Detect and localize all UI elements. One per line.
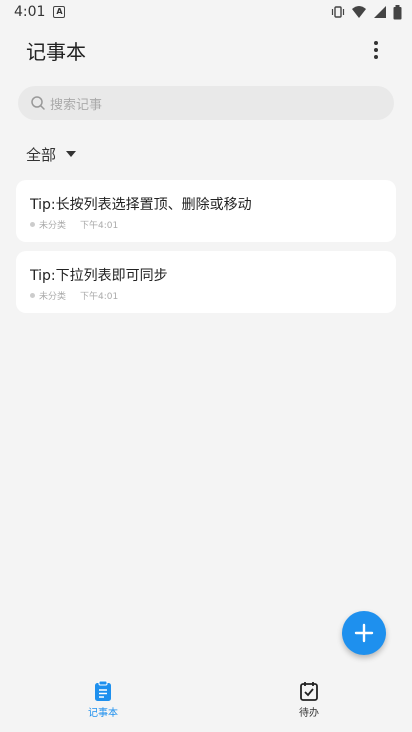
todo-check-icon bbox=[300, 682, 318, 701]
category-dot-icon bbox=[30, 293, 35, 298]
more-options-icon[interactable] bbox=[364, 38, 388, 62]
note-card[interactable]: Tip:下拉列表即可同步 未分类 下午4:01 bbox=[16, 251, 396, 313]
signal-icon bbox=[374, 6, 386, 18]
search-placeholder: 搜索记事 bbox=[50, 97, 103, 113]
page-title: 记事本 bbox=[26, 39, 86, 64]
note-meta: 未分类 下午4:01 bbox=[30, 289, 382, 302]
note-time: 下午4:01 bbox=[80, 292, 119, 302]
notebook-icon bbox=[95, 680, 111, 701]
category-dot-icon bbox=[30, 222, 35, 227]
nav-label-todo: 待办 bbox=[299, 708, 319, 719]
nav-tab-todo[interactable]: 待办 bbox=[206, 672, 412, 732]
wifi-icon bbox=[352, 6, 366, 18]
note-category: 未分类 bbox=[39, 221, 67, 231]
note-category: 未分类 bbox=[39, 292, 67, 302]
dropdown-caret-icon bbox=[66, 151, 77, 157]
search-bar[interactable]: 搜索记事 bbox=[18, 86, 394, 120]
status-bar: 4:01 A bbox=[0, 0, 412, 24]
filter-label: 全部 bbox=[26, 145, 57, 164]
add-note-button[interactable] bbox=[342, 611, 386, 655]
nav-tab-notebook[interactable]: 记事本 bbox=[0, 672, 206, 732]
note-time: 下午4:01 bbox=[80, 221, 119, 231]
note-card[interactable]: Tip:长按列表选择置顶、删除或移动 未分类 下午4:01 bbox=[16, 180, 396, 242]
status-icons bbox=[331, 4, 402, 20]
note-title: Tip:长按列表选择置顶、删除或移动 bbox=[30, 197, 252, 213]
note-meta: 未分类 下午4:01 bbox=[30, 218, 382, 231]
app-notification-icon: A bbox=[53, 6, 66, 18]
plus-icon bbox=[354, 623, 374, 643]
search-icon bbox=[31, 96, 45, 110]
category-filter-dropdown[interactable]: 全部 bbox=[26, 142, 412, 166]
note-list: Tip:长按列表选择置顶、删除或移动 未分类 下午4:01 Tip:下拉列表即可… bbox=[0, 180, 412, 313]
vibrate-icon bbox=[331, 6, 345, 18]
bottom-navigation: 记事本 待办 bbox=[0, 672, 412, 732]
app-bar: 记事本 bbox=[0, 24, 412, 76]
status-time: 4:01 bbox=[14, 4, 46, 20]
nav-label-notebook: 记事本 bbox=[88, 708, 118, 719]
battery-icon bbox=[393, 4, 402, 19]
note-title: Tip:下拉列表即可同步 bbox=[30, 268, 168, 284]
